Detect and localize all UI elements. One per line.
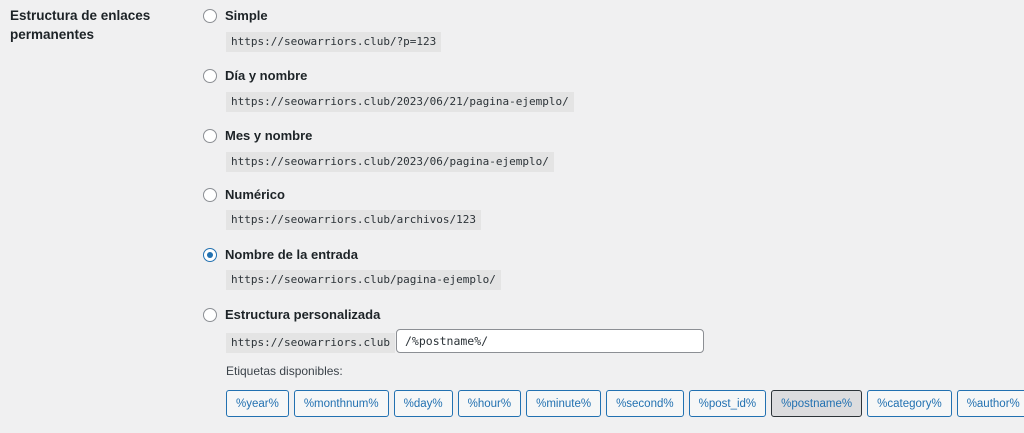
example-url-post-name: https://seowarriors.club/pagina-ejemplo/ [226,270,501,290]
option-simple-label: Simple [225,8,268,23]
tag-button-monthnum[interactable]: %monthnum% [293,390,389,417]
option-custom-structure[interactable]: Estructura personalizada [203,306,380,324]
tag-button-year[interactable]: %year% [226,390,289,417]
radio-post-name[interactable] [203,248,217,262]
option-day-name-label: Día y nombre [225,68,308,83]
radio-day-name[interactable] [203,69,217,83]
available-tags-label: Etiquetas disponibles: [226,364,343,378]
radio-simple[interactable] [203,9,217,23]
custom-structure-base-url: https://seowarriors.club [226,333,395,353]
custom-structure-input[interactable] [396,329,704,353]
radio-numeric[interactable] [203,188,217,202]
option-custom-structure-label: Estructura personalizada [225,307,381,322]
available-tags-list: %year% %monthnum% %day% %hour% %minute% … [226,390,1024,417]
option-post-name-label: Nombre de la entrada [225,247,358,262]
tag-button-author[interactable]: %author% [956,390,1024,417]
tag-button-minute[interactable]: %minute% [526,390,602,417]
tag-button-category[interactable]: %category% [867,390,952,417]
option-numeric[interactable]: Numérico [203,186,285,204]
option-numeric-label: Numérico [225,187,285,202]
tag-button-post-id[interactable]: %post_id% [688,390,767,417]
tag-button-day[interactable]: %day% [393,390,453,417]
example-url-month-name: https://seowarriors.club/2023/06/pagina-… [226,152,554,172]
tag-button-postname[interactable]: %postname% [771,390,863,417]
option-month-name[interactable]: Mes y nombre [203,127,312,145]
option-day-name[interactable]: Día y nombre [203,67,307,85]
radio-month-name[interactable] [203,129,217,143]
tag-button-second[interactable]: %second% [606,390,684,417]
tag-button-hour[interactable]: %hour% [457,390,522,417]
option-month-name-label: Mes y nombre [225,128,313,143]
example-url-day-name: https://seowarriors.club/2023/06/21/pagi… [226,92,574,112]
example-url-simple: https://seowarriors.club/?p=123 [226,32,442,52]
radio-custom-structure[interactable] [203,308,217,322]
section-label: Estructura de enlaces permanentes [10,8,151,42]
option-post-name[interactable]: Nombre de la entrada [203,246,358,264]
option-simple[interactable]: Simple [203,7,268,25]
example-url-numeric: https://seowarriors.club/archivos/123 [226,210,482,230]
